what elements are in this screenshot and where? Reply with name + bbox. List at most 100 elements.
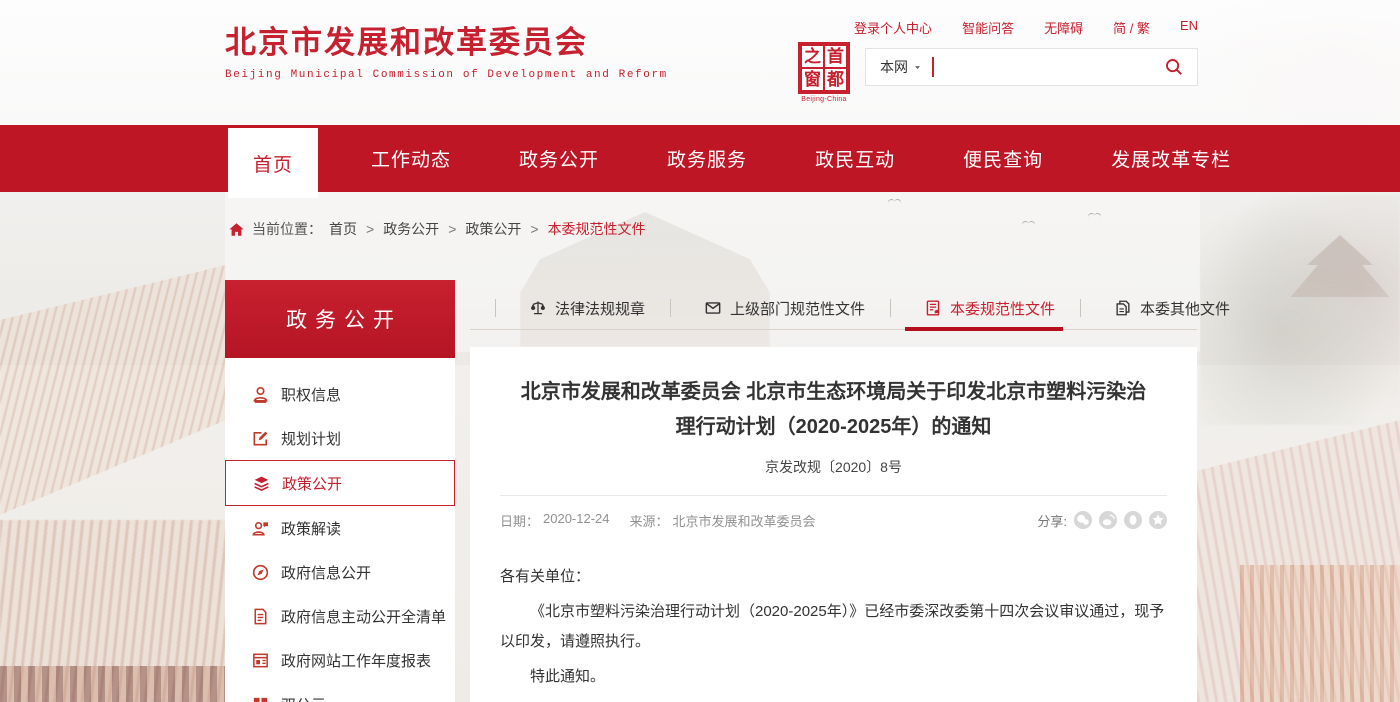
document-tabs: 法律法规规章 上级部门规范性文件 本委规范性文件 本委其他文件 bbox=[470, 288, 1197, 328]
tab-label: 上级部门规范性文件 bbox=[730, 298, 865, 319]
top-link[interactable]: 登录个人中心 bbox=[854, 18, 932, 37]
chevron-down-icon bbox=[913, 63, 922, 72]
grid-icon bbox=[251, 695, 270, 702]
breadcrumb: 当前位置： 首页 > 政务公开 > 政策公开 > 本委规范性文件 bbox=[228, 219, 646, 239]
article-body: 各有关单位： 《北京市塑料污染治理行动计划（2020-2025年）》已经市委深改委… bbox=[500, 562, 1167, 691]
bird-decoration bbox=[1022, 221, 1036, 228]
search-scope-label: 本网 bbox=[880, 57, 908, 77]
mail-icon bbox=[704, 299, 722, 317]
site-logo-title: 北京市发展和改革委员会 bbox=[225, 24, 668, 61]
sidebar-menu-item[interactable]: 政府信息公开 bbox=[225, 550, 455, 594]
background-eave-left bbox=[0, 666, 226, 702]
sidebar: 政务公开 职权信息 规划计划 政策公开 政策解读 政府信息公开 bbox=[225, 280, 455, 702]
breadcrumb-separator: > bbox=[366, 221, 374, 237]
compass-icon bbox=[251, 563, 270, 582]
nav-item[interactable]: 政务公开 bbox=[504, 125, 614, 192]
home-icon bbox=[228, 221, 245, 238]
sidebar-menu-item[interactable]: 政策公开 bbox=[225, 460, 455, 506]
doc-copy-icon bbox=[1114, 299, 1132, 317]
share-button[interactable] bbox=[1124, 511, 1142, 529]
sidebar-menu-item[interactable]: 职权信息 bbox=[225, 372, 455, 416]
qq-icon bbox=[1124, 511, 1142, 529]
sidebar-menu-item[interactable]: 政府网站工作年度报表 bbox=[225, 638, 455, 682]
capital-window-seal[interactable]: 之 首 窗 都 Beijing-China bbox=[795, 42, 853, 103]
breadcrumb-trail: 首页 > 政务公开 > 政策公开 > 本委规范性文件 bbox=[329, 219, 646, 239]
site-logo[interactable]: 北京市发展和改革委员会 Beijing Municipal Commission… bbox=[225, 24, 668, 81]
nav-item[interactable]: 政民互动 bbox=[800, 125, 910, 192]
top-link[interactable]: EN bbox=[1180, 18, 1198, 37]
nav-item[interactable]: 政务服务 bbox=[652, 125, 762, 192]
sidebar-menu: 职权信息 规划计划 政策公开 政策解读 政府信息公开 政府信息主动公开全清单 bbox=[225, 358, 455, 702]
share-button[interactable] bbox=[1074, 511, 1092, 529]
nav-item[interactable]: 工作动态 bbox=[356, 125, 466, 192]
share-icons bbox=[1074, 511, 1167, 529]
top-link[interactable]: 无障碍 bbox=[1044, 18, 1083, 37]
article-paragraph: 各有关单位： bbox=[500, 562, 1167, 591]
sidebar-menu-item-label: 职权信息 bbox=[281, 384, 341, 405]
wechat-icon bbox=[1074, 511, 1092, 529]
search-scope-select[interactable]: 本网 bbox=[866, 57, 932, 77]
main-nav: 首页工作动态政务公开政务服务政民互动便民查询发展改革专栏 bbox=[0, 125, 1400, 192]
top-link[interactable]: 智能问答 bbox=[962, 18, 1014, 37]
share-button[interactable] bbox=[1099, 511, 1117, 529]
sidebar-menu-item-label: 政府信息主动公开全清单 bbox=[281, 606, 446, 627]
breadcrumb-separator: > bbox=[448, 221, 456, 237]
share-bar: 分享: bbox=[1037, 511, 1167, 530]
sidebar-menu-item[interactable]: 政府信息主动公开全清单 bbox=[225, 594, 455, 638]
breadcrumb-link[interactable]: 本委规范性文件 bbox=[548, 219, 646, 239]
article-card: 北京市发展和改革委员会 北京市生态环境局关于印发北京市塑料污染治理行动计划（20… bbox=[470, 347, 1197, 702]
report-icon bbox=[251, 651, 270, 670]
edit-icon bbox=[251, 429, 270, 448]
seal-char: 首 bbox=[824, 45, 847, 68]
background-roof-right bbox=[1197, 420, 1400, 702]
background-roof-left bbox=[0, 265, 226, 515]
breadcrumb-location-label: 当前位置： bbox=[252, 219, 322, 239]
breadcrumb-link[interactable]: 首页 bbox=[329, 219, 357, 239]
share-button[interactable] bbox=[1149, 511, 1167, 529]
sidebar-menu-item[interactable]: 双公示 bbox=[225, 682, 455, 702]
tab[interactable]: 法律法规规章 bbox=[470, 288, 645, 328]
article-paragraph: 《北京市塑料污染治理行动计划（2020-2025年）》已经市委深改委第十四次会议… bbox=[500, 597, 1167, 656]
sidebar-menu-item-label: 政策公开 bbox=[282, 473, 342, 494]
sidebar-menu-item-label: 政府网站工作年度报表 bbox=[281, 650, 431, 671]
sidebar-menu-item-label: 双公示 bbox=[281, 694, 326, 702]
search-button[interactable] bbox=[1151, 49, 1197, 85]
meta-row: 日期：2020-12-24 来源：北京市发展和改革委员会 分享: bbox=[500, 496, 1167, 544]
weibo-icon bbox=[1099, 511, 1117, 529]
nav-item[interactable]: 首页 bbox=[228, 128, 318, 198]
source-label: 来源： bbox=[630, 511, 669, 530]
seal-char: 都 bbox=[824, 68, 847, 91]
chat-user-icon bbox=[251, 519, 270, 538]
seal-char: 窗 bbox=[801, 68, 824, 91]
sidebar-menu-item-label: 政府信息公开 bbox=[281, 562, 371, 583]
main-nav-items: 首页工作动态政务公开政务服务政民互动便民查询发展改革专栏 bbox=[228, 125, 1400, 192]
breadcrumb-separator: > bbox=[530, 221, 538, 237]
search-input[interactable] bbox=[934, 49, 1151, 85]
tab-label: 法律法规规章 bbox=[555, 298, 645, 319]
source-value: 北京市发展和改革委员会 bbox=[673, 511, 816, 530]
search-box: 本网 bbox=[865, 48, 1198, 86]
top-link[interactable]: 简 / 繁 bbox=[1113, 18, 1150, 37]
document-number: 京发改规〔2020〕8号 bbox=[500, 457, 1167, 477]
date-label: 日期： bbox=[500, 511, 539, 530]
background-roof-right-lower bbox=[1240, 565, 1400, 702]
article-meta: 日期：2020-12-24 来源：北京市发展和改革委员会 bbox=[500, 511, 816, 530]
breadcrumb-link[interactable]: 政务公开 bbox=[383, 219, 439, 239]
seal-caption: Beijing-China bbox=[795, 96, 853, 103]
scale-icon bbox=[529, 299, 547, 317]
sidebar-menu-item-label: 政策解读 bbox=[281, 518, 341, 539]
tab[interactable]: 上级部门规范性文件 bbox=[645, 288, 865, 328]
sidebar-menu-item[interactable]: 规划计划 bbox=[225, 416, 455, 460]
sidebar-menu-item[interactable]: 政策解读 bbox=[225, 506, 455, 550]
tab[interactable]: 本委其他文件 bbox=[1055, 288, 1230, 328]
nav-item[interactable]: 发展改革专栏 bbox=[1096, 125, 1246, 192]
article-title: 北京市发展和改革委员会 北京市生态环境局关于印发北京市塑料污染治理行动计划（20… bbox=[518, 375, 1149, 445]
breadcrumb-link[interactable]: 政策公开 bbox=[465, 219, 521, 239]
top-links: 登录个人中心 智能问答 无障碍 简 / 繁 EN bbox=[854, 18, 1198, 37]
nav-item[interactable]: 便民查询 bbox=[948, 125, 1058, 192]
doc-icon bbox=[251, 607, 270, 626]
bird-decoration bbox=[888, 199, 902, 206]
tab-baseline bbox=[470, 329, 1197, 330]
search-icon bbox=[1164, 57, 1184, 77]
tab[interactable]: 本委规范性文件 bbox=[865, 288, 1055, 328]
